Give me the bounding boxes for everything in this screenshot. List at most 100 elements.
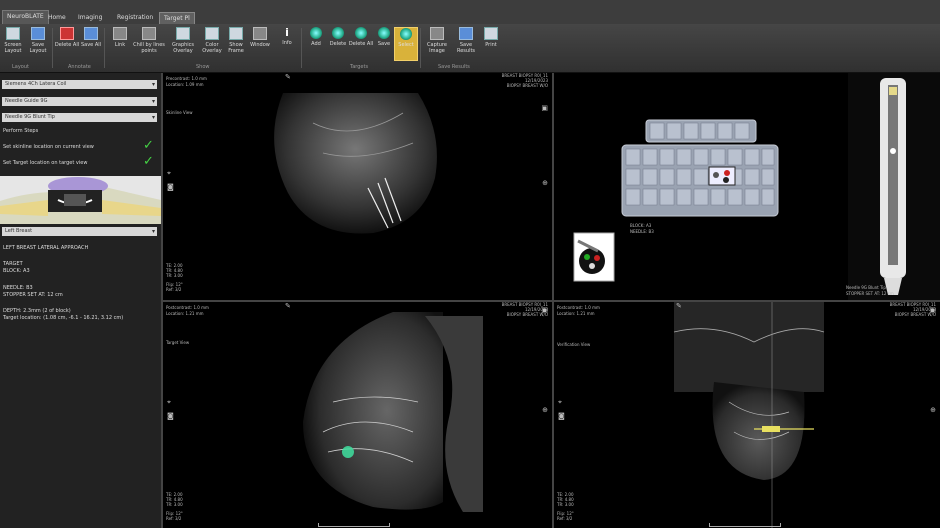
ruler-icon[interactable]: ✎ [676, 302, 682, 310]
camera-icon[interactable]: ◙ [167, 183, 174, 191]
points-button[interactable]: Chill by lines points [133, 27, 165, 54]
view-series: Precontrast: 1.0 mm [166, 76, 207, 81]
group-label-show: Show [196, 64, 210, 70]
view-series: Postcontrast: 1.0 mm [166, 305, 209, 310]
group-label-save-results: Save Results [438, 64, 470, 70]
screen-layout-button[interactable]: Screen Layout [0, 27, 26, 54]
ruler-icon[interactable]: ✎ [285, 73, 291, 81]
scroll-handle-icon[interactable]: ⊕ [930, 406, 936, 414]
window-level-icon[interactable]: ▣ [541, 306, 548, 314]
view-location: Location: 1.09 mm [166, 82, 204, 87]
depth-label: DEPTH: 2.3mm (2 of block) [3, 308, 71, 314]
tab-registration[interactable]: Registration [113, 12, 157, 24]
delete-all-button[interactable]: Delete All [54, 27, 80, 48]
scroll-handle-icon[interactable]: ⊕ [542, 406, 548, 414]
ribbon-separator [104, 28, 105, 68]
screen-layout-icon [6, 27, 20, 40]
grid-needle-label: NEEDLE: B3 [630, 229, 654, 234]
window-icon [253, 27, 267, 40]
target-value: BLOCK: A3 [3, 268, 30, 274]
needle-select[interactable]: Needle 9G Blunt Tip [2, 113, 157, 122]
points-icon [142, 27, 156, 40]
scale-bar [318, 523, 390, 527]
color-overlay-button[interactable]: Color Overlay [199, 27, 225, 54]
target-label: TARGET [3, 261, 23, 267]
group-label-targets: Targets [350, 64, 369, 70]
window-button[interactable]: Window [247, 27, 273, 48]
left-panel: Siemens 4Ch Latera Coil Needle Guide 9G … [0, 73, 161, 528]
graphics-overlay-button[interactable]: Graphics Overlay [168, 27, 198, 54]
tab-imaging[interactable]: Imaging [74, 12, 106, 24]
window-level-icon[interactable]: ▣ [541, 104, 548, 112]
camera-icon[interactable]: ◙ [167, 412, 174, 420]
view-ref: Ref: 3/2 [557, 516, 573, 521]
needle-value: STOPPER SET AT: 12 cm [3, 292, 63, 298]
check-icon: ✓ [143, 138, 154, 153]
needle-name-label: Needle 9G Blunt Tip [846, 285, 886, 290]
save-results-button[interactable]: Save Results [452, 27, 480, 54]
color-overlay-icon [205, 27, 219, 40]
approach-select[interactable]: Left Breast [2, 227, 157, 236]
crosshair-icon[interactable]: ⌖ [558, 398, 562, 407]
ruler-icon[interactable]: ✎ [285, 302, 291, 310]
ribbon-separator [420, 28, 421, 68]
coil-select[interactable]: Siemens 4Ch Latera Coil [2, 80, 157, 89]
view-location: Location: 1.21 mm [557, 311, 595, 316]
breast-coil-diagram-icon [0, 176, 161, 224]
step-skinline: Set skinline location on current view [3, 144, 94, 150]
add-target-icon [310, 27, 322, 39]
group-label-annotate: Annotate [68, 64, 91, 70]
delete-all-targets-icon [355, 27, 367, 39]
view-title: Skinline View [166, 110, 193, 115]
camera-icon [430, 27, 444, 40]
capture-image-button[interactable]: Capture Image [423, 27, 451, 54]
stopper-label: STOPPER SET AT: 12 cm [846, 291, 894, 296]
save-results-icon [459, 27, 473, 40]
print-icon [484, 27, 498, 40]
save-target-icon [378, 27, 390, 39]
window-level-icon[interactable]: ▣ [929, 306, 936, 314]
verification-viewport[interactable]: Postcontrast: 1.0 mm Location: 1.21 mm V… [554, 302, 940, 528]
select-target-icon [400, 28, 412, 40]
mri-image-verification [673, 302, 825, 528]
graphics-overlay-icon [176, 27, 190, 40]
save-all-button[interactable]: Save All [78, 27, 104, 48]
crosshair-icon[interactable]: ⌖ [167, 398, 171, 407]
target-viewport[interactable]: Postcontrast: 1.0 mm Location: 1.21 mm T… [163, 302, 552, 528]
grid-block-label: BLOCK: A3 [630, 223, 652, 228]
scale-bar [709, 523, 781, 527]
show-frame-button[interactable]: Show Frame [223, 27, 249, 54]
app-menu-tab[interactable]: NeuroBLATE [2, 10, 49, 25]
step-target: Set Target location on target view [3, 160, 88, 166]
view-title: Verification View [557, 342, 591, 347]
skinline-viewport[interactable]: Precontrast: 1.0 mm Location: 1.09 mm Sk… [163, 73, 552, 300]
tab-home[interactable]: Home [44, 12, 70, 24]
needle-guide-grid-icon [573, 73, 940, 300]
needle-label: NEEDLE: B3 [3, 285, 33, 291]
needle-guide-select[interactable]: Needle Guide 9G [2, 97, 157, 106]
mri-image-target [303, 312, 483, 512]
view-protocol: BIOPSY BREAST W/O [506, 83, 548, 88]
save-layout-icon [31, 27, 45, 40]
camera-icon[interactable]: ◙ [558, 412, 565, 420]
view-location: Location: 1.21 mm [166, 311, 204, 316]
info-button[interactable]: i Info [274, 27, 300, 46]
approach-title: LEFT BREAST LATERAL APPROACH [3, 245, 89, 251]
print-button[interactable]: Print [478, 27, 504, 48]
delete-target-icon [332, 27, 344, 39]
ribbon-toolbar: Screen Layout Save Layout Delete All Sav… [0, 24, 940, 73]
link-icon [113, 27, 127, 40]
ribbon-separator [301, 28, 302, 68]
delete-all-icon [60, 27, 74, 40]
select-target-button[interactable]: Select [394, 27, 418, 61]
view-tr2: TR: 3.00 [166, 502, 183, 507]
scroll-handle-icon[interactable]: ⊕ [542, 179, 548, 187]
view-tr2: TR: 3.00 [166, 273, 183, 278]
crosshair-icon[interactable]: ⌖ [167, 169, 171, 178]
view-series: Postcontrast: 1.0 mm [557, 305, 600, 310]
planning-viewport[interactable]: BLOCK: A3 NEEDLE: B3 Needle 9G Blunt Tip… [554, 73, 940, 300]
save-all-icon [84, 27, 98, 40]
save-layout-button[interactable]: Save Layout [25, 27, 51, 54]
link-button[interactable]: Link [107, 27, 133, 48]
view-tr2: TR: 3.00 [557, 502, 574, 507]
